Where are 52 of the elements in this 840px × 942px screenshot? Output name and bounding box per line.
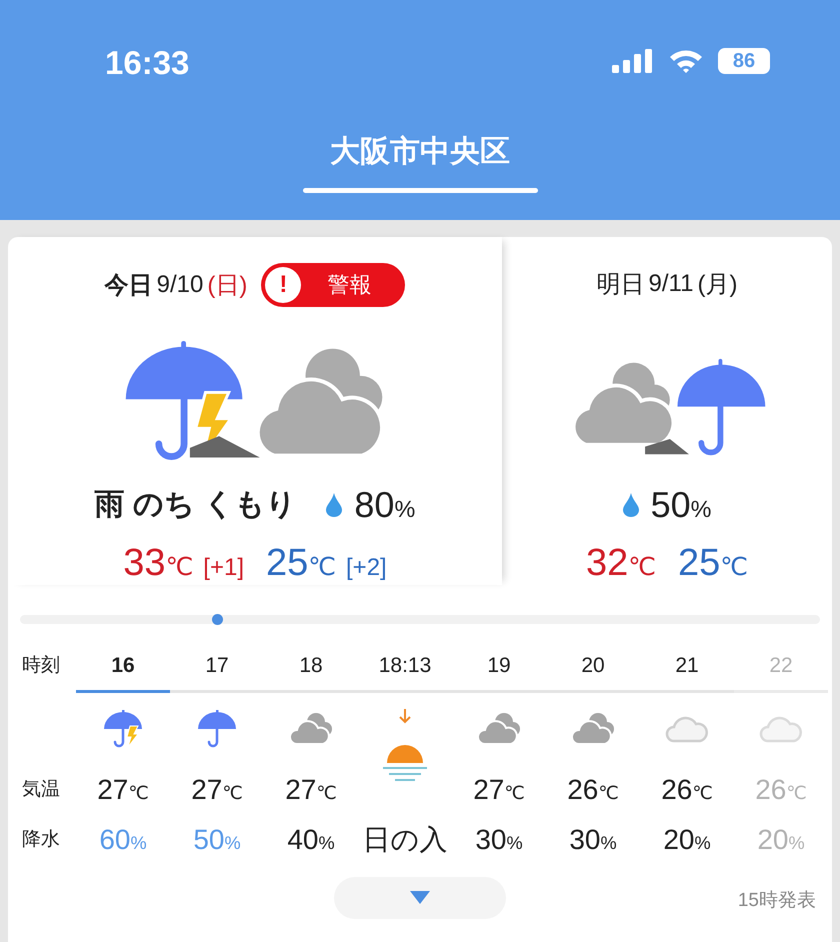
hour-tab[interactable]: 19 <box>452 634 546 693</box>
hour-temperature: 27℃ <box>473 774 525 805</box>
hour-precipitation: 40% <box>287 824 335 855</box>
published-time: 15時発表 <box>738 889 816 913</box>
high-difference: [+1] <box>203 554 244 582</box>
hour-precipitation: 日の入 <box>362 824 448 855</box>
caret-down-icon <box>410 891 430 905</box>
hour-temperature: 26℃ <box>755 774 807 805</box>
day-date: 9/10 <box>156 271 204 299</box>
row-label: 気温 <box>21 778 61 802</box>
rain-chance: 80% <box>354 484 416 526</box>
day-label: 今日 <box>104 271 153 301</box>
wifi-icon <box>668 48 704 74</box>
high-temperature: 33℃ <box>123 542 194 585</box>
day-weekday: (月) <box>697 270 738 300</box>
status-time: 16:33 <box>105 44 190 82</box>
hour-precipitation: 30% <box>569 824 617 855</box>
hour-tab[interactable]: 16 <box>76 634 170 693</box>
hour-precipitation: 50% <box>193 824 241 855</box>
hour-tab[interactable]: 20 <box>546 634 640 693</box>
hour-temperature: 27℃ <box>285 774 337 805</box>
low-difference: [+2] <box>346 554 387 582</box>
row-label: 降水 <box>21 828 61 852</box>
row-label: 時刻 <box>21 654 61 678</box>
hour-precipitation: 20% <box>757 824 805 855</box>
rain-chance: 50% <box>650 484 712 526</box>
day-label: 明日 <box>596 270 645 300</box>
exclamation-icon: ! <box>265 267 302 303</box>
day-date: 9/11 <box>648 270 694 298</box>
battery-icon: 86 <box>718 48 770 74</box>
hour-precipitation: 20% <box>663 824 711 855</box>
raindrop-icon <box>622 493 639 517</box>
raindrop-icon <box>326 492 342 517</box>
warning-badge[interactable]: ! 警報 <box>261 263 406 307</box>
hour-temperature: 26℃ <box>661 774 713 805</box>
scroll-track[interactable] <box>20 615 820 624</box>
hour-tab[interactable]: 17 <box>170 634 264 693</box>
hour-temperature: 27℃ <box>191 774 243 805</box>
low-temperature: 25℃ <box>678 542 748 585</box>
hour-tab[interactable]: 18 <box>264 634 358 693</box>
hour-tab[interactable]: 21 <box>640 634 734 693</box>
day-weekday: (日) <box>207 271 248 301</box>
low-temperature: 25℃ <box>266 542 336 585</box>
signal-icon <box>612 49 654 73</box>
expand-button[interactable] <box>334 877 506 919</box>
hour-tab[interactable]: 18:13 <box>358 634 452 693</box>
hour-temperature: 26℃ <box>567 774 619 805</box>
weather-text: 雨 のち くもり <box>94 487 296 524</box>
hour-precipitation: 60% <box>99 824 147 855</box>
high-temperature: 32℃ <box>586 542 656 585</box>
hour-temperature: 27℃ <box>97 774 149 805</box>
hour-precipitation: 30% <box>475 824 523 855</box>
